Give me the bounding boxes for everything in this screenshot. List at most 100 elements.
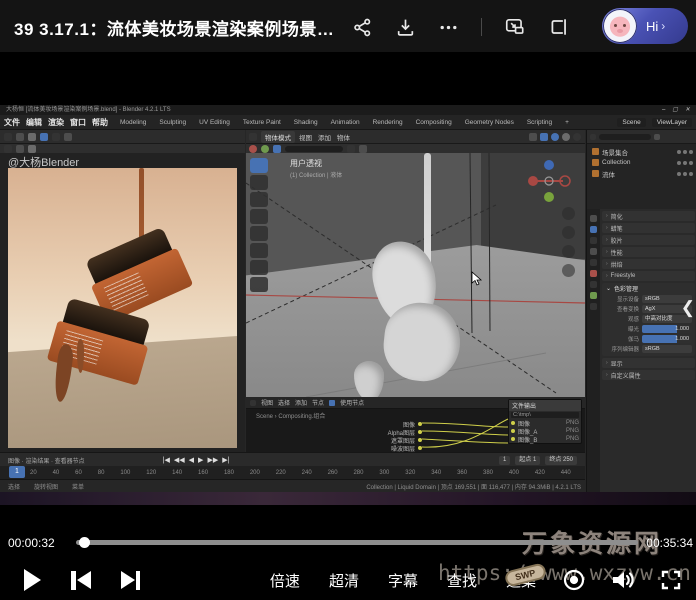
menu-item: 选择 (278, 398, 290, 407)
frame-tick-label: 420 (535, 470, 545, 476)
image-editor-subbar (0, 144, 245, 154)
chevron-right-icon: › (606, 225, 608, 231)
cast-icon[interactable] (562, 568, 586, 592)
play-button[interactable] (24, 569, 41, 591)
outliner-row: Collection (587, 157, 696, 168)
color-swatch-icon (249, 145, 257, 153)
socket-icon (511, 421, 515, 425)
color-management-panel: ⌄色彩管理 显示设备 sRGB 查看变换 AgX 观感 (602, 283, 695, 356)
timeline-ruler: 2040608010012014016018020022024026028030… (0, 466, 585, 479)
player-menu-buttons: 倍速超清字幕查找选集 (270, 570, 536, 591)
transport-button: |◀ (163, 456, 170, 464)
picture-in-picture-icon[interactable] (504, 16, 526, 38)
property-sections-bottom: ›显示 ›自定义属性 (602, 358, 695, 380)
render-props-icon (590, 215, 597, 222)
visibility-toggles (677, 150, 693, 154)
image-editor-footer: 图像 · 渲染结果 · 查看器节点 (8, 456, 85, 465)
transport-button: ▶| (222, 456, 229, 464)
previous-episode-button[interactable] (71, 571, 91, 590)
node-menus: 视图选择添加节点 (261, 398, 324, 407)
blender-topbar: 文件编辑渲染窗口帮助 ModelingSculptingUV EditingTe… (0, 115, 696, 130)
viewport-floor-plane (246, 245, 585, 397)
blender-menus: 文件编辑渲染窗口帮助 (4, 117, 108, 128)
status-stats: Collection | Liquid Domain | 顶点 169,551 … (366, 482, 581, 491)
workspace-tab: Scripting (525, 118, 554, 127)
socket-icon (418, 446, 422, 450)
node-output-socket: Alpha图层 (282, 428, 422, 436)
volume-icon[interactable] (610, 568, 636, 592)
workspace-tab: Compositing (414, 118, 454, 127)
panel-collapse-chevron: ❮ (681, 298, 695, 318)
more-icon[interactable] (438, 17, 459, 38)
frame-tick-label: 380 (483, 470, 493, 476)
account-button[interactable]: Hi › (602, 8, 688, 44)
chevron-right-icon: › (606, 261, 608, 267)
frame-tick-label: 40 (53, 470, 60, 476)
top-actions (352, 16, 570, 38)
frame-tick-label: 80 (98, 470, 105, 476)
window-control-glyph: – (662, 105, 665, 115)
frame-tick-label: 180 (224, 470, 234, 476)
socket-icon (511, 429, 515, 433)
3d-viewport: 用户透视 (1) Collection | 液体 (246, 153, 585, 397)
snap-icon (529, 133, 537, 141)
menu-item: 添加 (295, 398, 307, 407)
viewport-subbar (246, 144, 585, 154)
frame-fields: 1 起点 1 终点 250 (499, 456, 577, 465)
node-output-socket: 噪波图层 (282, 444, 422, 452)
workspace-tab: Sculpting (157, 118, 188, 127)
player-menu-button[interactable]: 超清 (329, 570, 359, 591)
player-menu-button[interactable]: 查找 (447, 570, 477, 591)
properties-editor: ›简化›蜡笔›胶片›性能›烘焙›Freestyle ⌄色彩管理 显示设备 sRG… (587, 209, 696, 492)
share-icon[interactable] (352, 17, 373, 38)
property-section: ›烘焙 (602, 259, 695, 269)
seek-handle[interactable] (79, 537, 90, 548)
cursor-tool (250, 175, 268, 190)
property-section: ›蜡笔 (602, 223, 695, 233)
transport-button: ◀ (189, 456, 194, 464)
total-time: 00:35:34 (646, 536, 693, 550)
output-path-field: C:\tmp\ (511, 412, 579, 418)
socket-icon (418, 422, 422, 426)
outliner-search-field (599, 134, 651, 140)
editor-type-icon (590, 134, 596, 140)
player-menu-button[interactable]: 倍速 (270, 570, 300, 591)
property-section: ›显示 (602, 358, 695, 368)
frame-tick-label: 60 (75, 470, 82, 476)
property-field: 查看变换 AgX (605, 304, 692, 313)
player-menu-button[interactable]: 字幕 (388, 570, 418, 591)
menu-item: 窗口 (70, 117, 86, 128)
property-section: ›简化 (602, 211, 695, 221)
fullscreen-icon[interactable] (660, 569, 682, 591)
frame-tick-label: 300 (379, 470, 389, 476)
socket-icon (418, 438, 422, 442)
chevron-right-icon: › (606, 273, 608, 279)
menu-item: 添加 (318, 132, 331, 142)
frame-start-field: 起点 1 (515, 456, 540, 465)
seek-bar[interactable] (76, 540, 638, 545)
viewport-guides (246, 153, 585, 397)
mini-window-icon[interactable] (548, 16, 570, 38)
node-input-socket: 图像_BPNG (509, 435, 581, 443)
top-bar: 39 3.17.1：流体美妆场景渲染案例场景… (0, 0, 696, 52)
blender-status-bar: 选择旋转视图菜单 Collection | Liquid Domain | 顶点… (0, 479, 585, 493)
window-control-glyph: ✕ (685, 105, 690, 115)
next-episode-button[interactable] (121, 571, 141, 590)
workspace-tab: UV Editing (197, 118, 232, 127)
fluid-mesh (367, 236, 443, 331)
current-frame-marker: 1 (9, 466, 25, 478)
node-wires (246, 397, 585, 452)
video-surface[interactable]: 大杨恒 [流体美妆场景渲染案例场景.blend] - Blender 4.2.1… (0, 105, 696, 505)
file-output-node: 文件输出 C:\tmp\ 图像PNG图像_APNG图像_BPNG (508, 399, 582, 444)
compositor-node-editor: 视图选择添加节点 使用节点 Scene › Compositing.组合 图像A… (246, 397, 585, 452)
blender-title-bar: 大杨恒 [流体美妆场景渲染案例场景.blend] - Blender 4.2.1… (0, 105, 696, 115)
outliner-row: 流体 (587, 168, 696, 179)
status-hint: 菜单 (72, 482, 84, 491)
menu-item: 文件 (4, 117, 20, 128)
property-section: ›自定义属性 (602, 370, 695, 380)
download-icon[interactable] (395, 17, 416, 38)
render-liquid-drip (77, 339, 84, 373)
viewlayer-field: ViewLayer (652, 118, 692, 127)
author-watermark: @大杨Blender (8, 154, 79, 170)
right-panel: 场景集合 Collection 流体 (586, 130, 696, 492)
